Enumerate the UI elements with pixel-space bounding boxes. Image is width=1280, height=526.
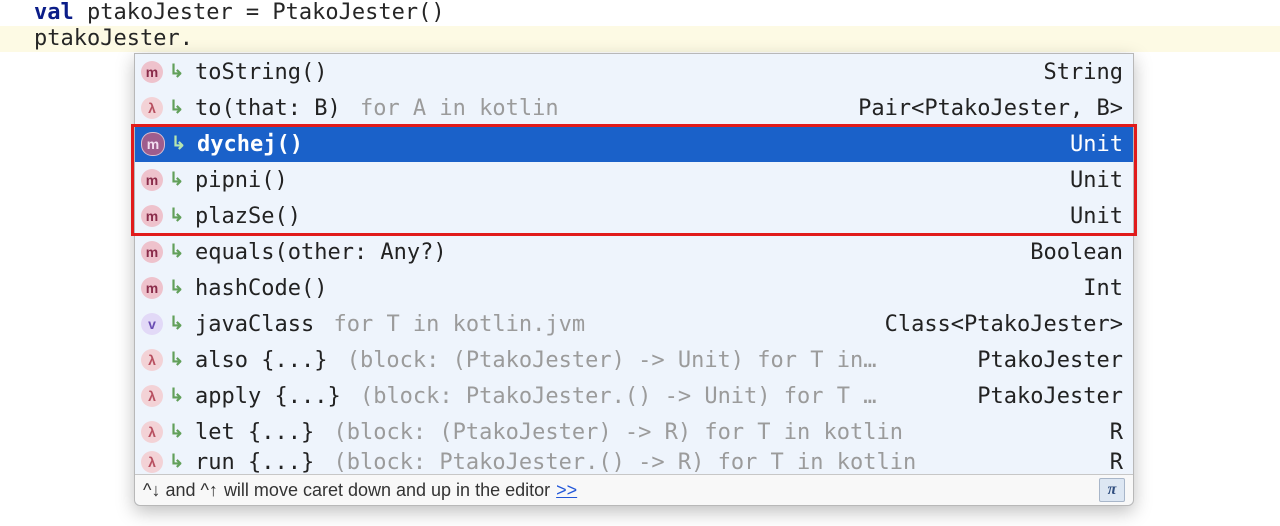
public-icon: ↳ <box>169 314 187 332</box>
method-icon: m <box>141 277 163 299</box>
completion-return-type: Unit <box>1070 168 1123 193</box>
completion-return-type: R <box>1110 450 1123 474</box>
completion-return-type: Pair<PtakoJester, B> <box>858 96 1123 121</box>
completion-signature: javaClass <box>195 312 314 337</box>
completion-item-hashCode[interactable]: m ↳ hashCode() Int <box>135 270 1133 306</box>
completion-hint: (block: (PtakoJester) -> Unit) for T in… <box>333 348 876 373</box>
completion-return-type: Class<PtakoJester> <box>885 312 1123 337</box>
method-icon: m <box>141 61 163 83</box>
completion-item-also[interactable]: λ ↳ also {...} (block: (PtakoJester) -> Un… <box>135 342 1133 378</box>
keyword-val: val <box>34 0 74 25</box>
public-icon: ↳ <box>169 98 187 116</box>
completion-item-pipni[interactable]: m ↳ pipni() Unit <box>135 162 1133 198</box>
completion-signature: toString() <box>195 60 327 85</box>
hint-text: will move caret down and up in the edito… <box>224 480 550 501</box>
hint-shortcut: ^↓ and ^↑ <box>143 480 218 501</box>
completion-return-type: PtakoJester <box>977 384 1123 409</box>
completion-item-plazSe[interactable]: m ↳ plazSe() Unit <box>135 198 1133 234</box>
completion-popup[interactable]: m↳toString()Stringλ↳to(that: B) for A in… <box>134 53 1134 506</box>
method-icon: m <box>141 169 163 191</box>
completion-signature: pipni() <box>195 168 288 193</box>
method-icon: m <box>141 132 165 156</box>
public-icon: ↳ <box>169 62 187 80</box>
completion-signature: to(that: B) <box>195 96 341 121</box>
completion-signature: run {...} <box>195 450 314 474</box>
public-icon: ↳ <box>169 422 187 440</box>
completion-signature: equals(other: Any?) <box>195 240 447 265</box>
completion-return-type: PtakoJester <box>977 348 1123 373</box>
property-icon: v <box>141 313 163 335</box>
public-icon: ↳ <box>169 452 187 470</box>
lambda-icon: λ <box>141 451 163 473</box>
public-icon: ↳ <box>169 350 187 368</box>
completion-item-to[interactable]: λ ↳ to(that: B) for A in kotlin Pair<PtakoJ… <box>135 90 1133 126</box>
code-line-2[interactable]: ptakoJester. <box>0 26 1280 52</box>
public-icon: ↳ <box>169 242 187 260</box>
public-icon: ↳ <box>169 206 187 224</box>
completion-signature: apply {...} <box>195 384 341 409</box>
completion-signature: let {...} <box>195 420 314 445</box>
lambda-icon: λ <box>141 421 163 443</box>
completion-return-type: Int <box>1083 276 1123 301</box>
public-icon: ↳ <box>169 278 187 296</box>
completion-return-type: Unit <box>1070 204 1123 229</box>
completion-item-apply[interactable]: λ ↳ apply {...} (block: PtakoJester.() -> … <box>135 378 1133 414</box>
completion-signature: dychej() <box>197 132 303 157</box>
completion-item-dychej[interactable]: m ↳ dychej() Unit <box>135 126 1133 162</box>
completion-return-type: Boolean <box>1030 240 1123 265</box>
completion-hint: (block: (PtakoJester) -> R) for T in kot… <box>320 420 903 445</box>
completion-item-run[interactable]: λ ↳ run {...} (block: PtakoJester.() -> R)… <box>135 450 1133 474</box>
public-icon: ↳ <box>169 170 187 188</box>
completion-signature: hashCode() <box>195 276 327 301</box>
lambda-icon: λ <box>141 385 163 407</box>
lambda-icon: λ <box>141 97 163 119</box>
lambda-icon: λ <box>141 349 163 371</box>
completion-hint-bar: ^↓ and ^↑ will move caret down and up in… <box>135 474 1133 505</box>
code-text: ptakoJester. <box>34 26 193 51</box>
completion-signature: plazSe() <box>195 204 301 229</box>
completion-signature: also {...} <box>195 348 327 373</box>
public-icon: ↳ <box>171 134 189 152</box>
completion-hint: for A in kotlin <box>347 96 559 121</box>
code-text: ptakoJester = PtakoJester() <box>74 0 445 25</box>
hint-link[interactable]: >> <box>556 480 577 501</box>
completion-item-toString[interactable]: m ↳ toString() String <box>135 54 1133 90</box>
completion-return-type: R <box>1110 420 1123 445</box>
method-icon: m <box>141 241 163 263</box>
code-line-1[interactable]: val ptakoJester = PtakoJester() <box>0 0 1280 26</box>
method-icon: m <box>141 205 163 227</box>
completion-item-equals[interactable]: m ↳ equals(other: Any?) Boolean <box>135 234 1133 270</box>
completion-hint: for T in kotlin.jvm <box>320 312 585 337</box>
editor-code-area[interactable]: val ptakoJester = PtakoJester() ptakoJes… <box>0 0 1280 52</box>
completion-return-type: String <box>1044 60 1123 85</box>
completion-hint: (block: PtakoJester.() -> Unit) for T … <box>347 384 877 409</box>
pi-icon[interactable]: π <box>1099 478 1125 502</box>
completion-hint: (block: PtakoJester.() -> R) for T in ko… <box>320 450 916 474</box>
completion-item-javaClass[interactable]: v ↳ javaClass for T in kotlin.jvm Class<Pta… <box>135 306 1133 342</box>
public-icon: ↳ <box>169 386 187 404</box>
completion-return-type: Unit <box>1070 132 1123 157</box>
completion-item-let[interactable]: λ ↳ let {...} (block: (PtakoJester) -> R) … <box>135 414 1133 450</box>
